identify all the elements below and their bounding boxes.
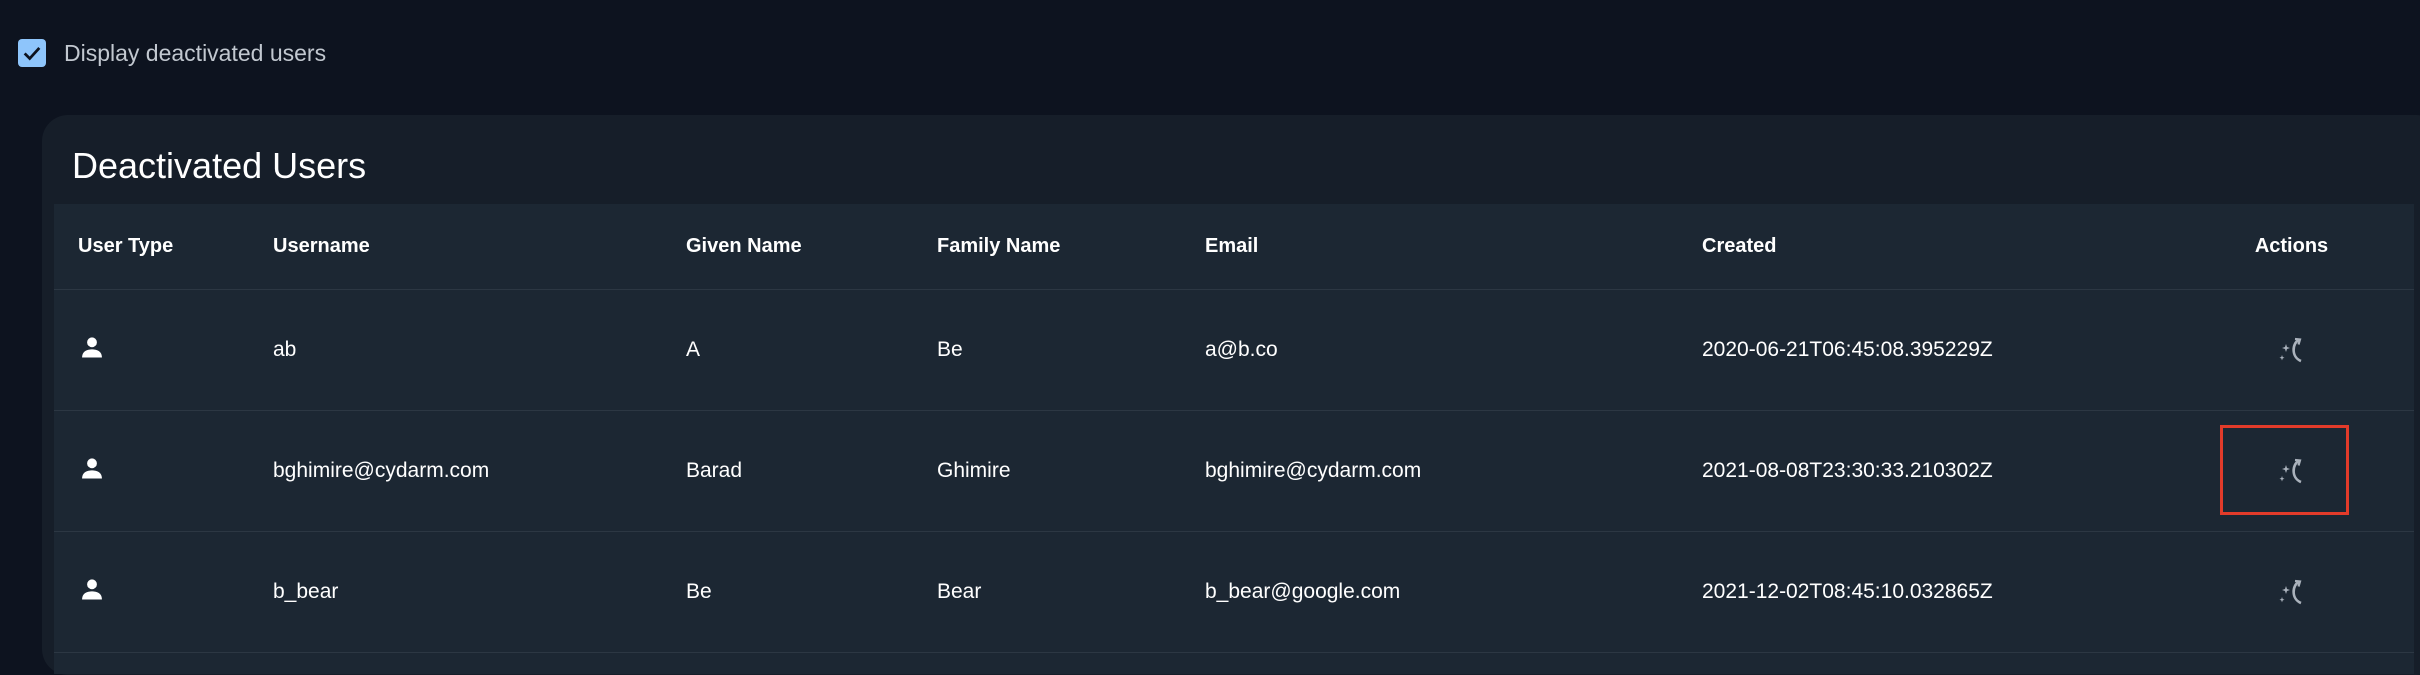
- reactivate-user-button[interactable]: [2270, 449, 2314, 493]
- family-name-cell: Bear: [937, 531, 1205, 653]
- display-deactivated-toggle[interactable]: Display deactivated users: [18, 38, 326, 68]
- user-type-cell: [54, 531, 273, 653]
- username-cell: bghimire@cydarm.com: [273, 410, 686, 532]
- person-icon: [82, 337, 102, 358]
- given-name-cell: A: [686, 289, 937, 411]
- column-header-family-name[interactable]: Family Name: [937, 204, 1205, 290]
- table-header-row: User Type Username Given Name Family Nam…: [54, 204, 2414, 290]
- checkmark-icon: [23, 47, 41, 61]
- reactivate-icon: [2279, 458, 2302, 484]
- person-icon: [82, 579, 102, 600]
- table-row: bghimire@cydarm.com Barad Ghimire bghimi…: [54, 410, 2414, 532]
- actions-cell: [2169, 410, 2414, 532]
- user-type-cell: [54, 410, 273, 532]
- actions-cell: [2169, 531, 2414, 653]
- reactivate-user-button[interactable]: [2270, 328, 2314, 372]
- display-deactivated-checkbox[interactable]: [18, 39, 46, 67]
- table-row: ab A Be a@b.co 2020-06-21T06:45:08.39522…: [54, 289, 2414, 411]
- column-header-given-name[interactable]: Given Name: [686, 204, 937, 290]
- given-name-cell: Be: [686, 531, 937, 653]
- email-cell: b_bear@google.com: [1205, 531, 1702, 653]
- email-cell: bghimire@cydarm.com: [1205, 410, 1702, 532]
- given-name-cell: Barad: [686, 410, 937, 532]
- column-header-created[interactable]: Created: [1702, 204, 2169, 290]
- column-header-username[interactable]: Username: [273, 204, 686, 290]
- family-name-cell: Be: [937, 289, 1205, 411]
- person-icon: [82, 458, 102, 479]
- column-header-email[interactable]: Email: [1205, 204, 1702, 290]
- reactivate-user-button[interactable]: [2270, 570, 2314, 614]
- username-cell: ab: [273, 289, 686, 411]
- checkbox-label: Display deactivated users: [64, 39, 327, 66]
- family-name-cell: Ghimire: [937, 410, 1205, 532]
- card-title: Deactivated Users: [72, 145, 367, 186]
- user-type-cell: [54, 289, 273, 411]
- created-cell: 2021-08-08T23:30:33.210302Z: [1702, 410, 2169, 532]
- reactivate-icon: [2279, 337, 2302, 363]
- table-row: b_bear Be Bear b_bear@google.com 2021-12…: [54, 531, 2414, 653]
- created-cell: 2020-06-21T06:45:08.395229Z: [1702, 289, 2169, 411]
- users-table: User Type Username Given Name Family Nam…: [54, 204, 2414, 653]
- username-cell: b_bear: [273, 531, 686, 653]
- column-header-actions: Actions: [2169, 204, 2414, 290]
- reactivate-icon: [2279, 579, 2302, 605]
- column-header-user-type[interactable]: User Type: [54, 204, 273, 290]
- created-cell: 2021-12-02T08:45:10.032865Z: [1702, 531, 2169, 653]
- actions-cell: [2169, 289, 2414, 411]
- email-cell: a@b.co: [1205, 289, 1702, 411]
- users-table-container: User Type Username Given Name Family Nam…: [54, 204, 2414, 674]
